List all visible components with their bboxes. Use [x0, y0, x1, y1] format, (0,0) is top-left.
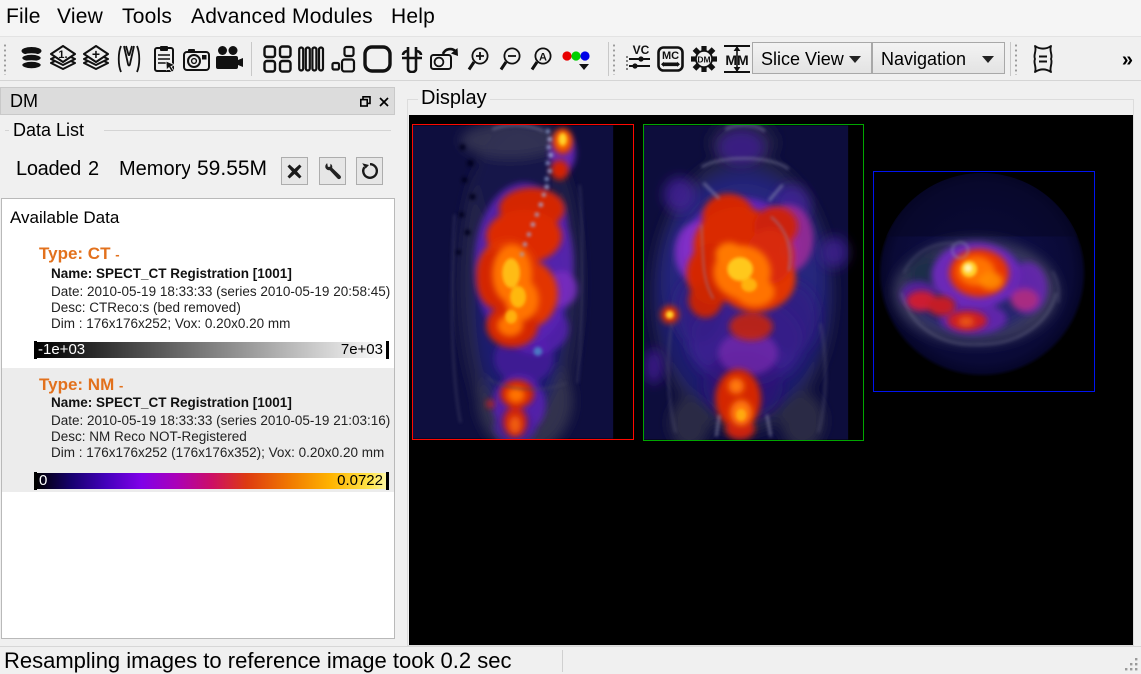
svg-text:VC: VC: [633, 44, 650, 57]
svg-text:MC: MC: [662, 50, 679, 62]
svg-text:DM: DM: [697, 55, 710, 65]
svg-text:A: A: [539, 52, 547, 64]
svg-text:1.: 1.: [58, 49, 67, 61]
svg-text:+: +: [92, 46, 100, 62]
